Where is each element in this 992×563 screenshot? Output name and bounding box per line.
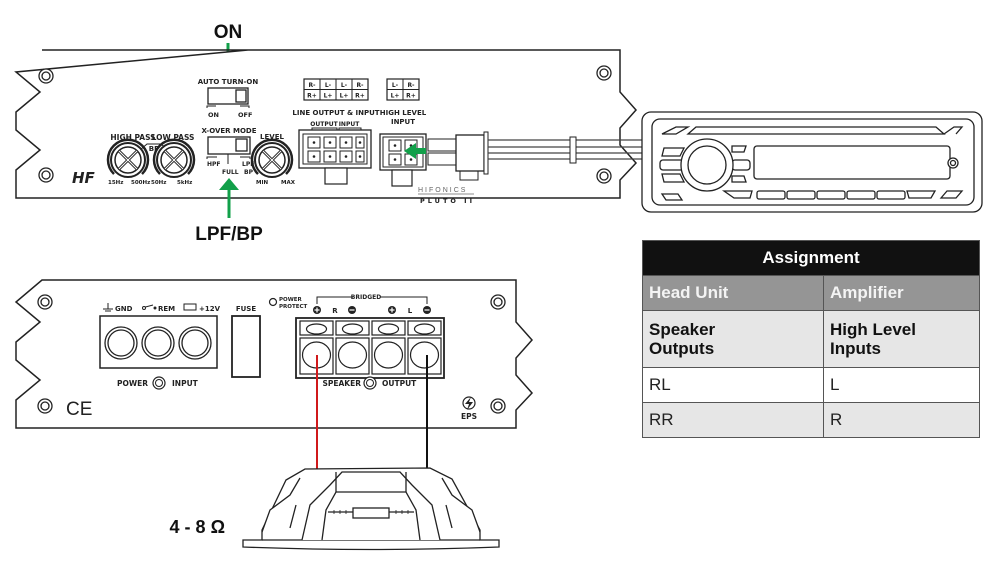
speaker-icon (242, 467, 500, 551)
pin-label: R- (308, 82, 316, 89)
low-pass-min: 50Hz (151, 180, 166, 186)
plus-icon (388, 306, 396, 314)
brand-name: HIFONICS (418, 187, 467, 194)
screw-icon (490, 294, 506, 310)
screw-icon (38, 167, 54, 183)
header-head-unit: Head Unit (642, 275, 824, 311)
table-title: Assignment (642, 240, 980, 276)
impedance-label: 4 - 8 Ω (170, 517, 225, 537)
pin-label: R+ (307, 93, 317, 100)
pin-label: L- (325, 82, 332, 89)
speaker-terminal-block[interactable] (295, 317, 445, 379)
line-io-pin-legend: R- L- L- R- R+ L+ L+ R+ (303, 78, 369, 101)
gnd-label: GND (115, 305, 133, 313)
table-cell: RL (642, 367, 824, 403)
input-label: INPUT (172, 379, 199, 388)
minus-icon (423, 306, 431, 314)
subheader-speaker-outputs: Speaker Outputs (642, 310, 824, 368)
subheader-text: Speaker Outputs (649, 320, 716, 358)
table-cell: L (823, 367, 980, 403)
rem-label: REM (158, 305, 175, 313)
screw-icon (490, 398, 506, 414)
line-io-title: LINE OUTPUT & INPUT (292, 109, 379, 117)
screw-icon (37, 294, 53, 310)
xover-mode-label: X-OVER MODE (201, 127, 256, 135)
pin-label: R- (407, 82, 415, 89)
pin-label: L- (392, 82, 399, 89)
plus12v-label: +12V (199, 305, 221, 313)
level-min: MIN (256, 180, 269, 186)
speaker-r-label: R (332, 307, 338, 315)
table-cell: R (823, 402, 980, 438)
fuse-label: FUSE (236, 305, 257, 313)
level-max: MAX (281, 180, 296, 186)
table-row: RL L (642, 367, 980, 403)
output-label: OUTPUT (382, 379, 417, 388)
bp-switch-label: BP (244, 169, 254, 176)
power-protect-label-1: POWER (279, 297, 303, 303)
on-label: ON (214, 22, 243, 43)
high-level-title-2: INPUT (391, 118, 415, 126)
fuse-holder[interactable] (231, 315, 261, 378)
high-pass-max: 500Hz (131, 180, 150, 186)
pin-label: L+ (340, 93, 349, 100)
radio-display (753, 145, 951, 180)
high-pass-min: 15Hz (108, 180, 123, 186)
hpf-label: HPF (207, 161, 221, 168)
high-level-pin-legend: L- R- L+ R+ (386, 78, 420, 101)
pin-label: L- (341, 82, 348, 89)
head-unit-radio (641, 111, 983, 213)
speaker-l-label: L (408, 307, 413, 315)
eps-label: EPS (461, 412, 477, 421)
battery-icon (183, 303, 197, 311)
pin-label: L+ (391, 93, 400, 100)
auto-on-label: ON (208, 111, 219, 119)
screw-icon (38, 68, 54, 84)
ce-mark: CE (66, 399, 92, 420)
header-amplifier: Amplifier (823, 275, 980, 311)
power-terminal-block[interactable] (99, 315, 218, 369)
lightning-icon (462, 396, 476, 410)
pin-label: R+ (355, 93, 365, 100)
minus-icon (348, 306, 356, 314)
pin-label: R- (356, 82, 364, 89)
low-pass-max: 5kHz (177, 180, 192, 186)
line-input-label: INPUT (339, 121, 361, 128)
speaker-label: SPEAKER (322, 379, 361, 388)
pin-label: R+ (406, 93, 416, 100)
auto-off-label: OFF (238, 111, 252, 119)
assignment-table: Assignment Head Unit Amplifier Speaker O… (642, 240, 980, 438)
bridged-label: BRIDGED (351, 294, 381, 301)
table-row: RR R (642, 402, 980, 438)
lpf-bp-label: LPF/BP (195, 224, 263, 245)
high-level-title-1: HIGH LEVEL (380, 109, 427, 117)
subheader-high-level-inputs: High Level Inputs (823, 310, 980, 368)
screw-icon (37, 398, 53, 414)
brand-model: PLUTO II (420, 197, 475, 205)
screw-icon (596, 65, 612, 81)
auto-turn-on-label: AUTO TURN-ON (198, 78, 259, 86)
power-protect-label-2: PROTECT (279, 304, 307, 310)
screw-icon (596, 168, 612, 184)
amplifier-bottom-panel: CE GND REM +12V POWER INPUT FUSE POWER P… (14, 279, 534, 429)
hf-logo: HF (72, 169, 96, 187)
full-label: FULL (222, 169, 239, 176)
amplifier-top-panel: HF HIGH PASS LOW PASS BP 15Hz 500Hz 50Hz… (14, 49, 642, 205)
line-output-label: OUTPUT (310, 121, 338, 128)
plus-icon (313, 306, 321, 314)
subheader-text: High Level Inputs (830, 320, 916, 358)
table-cell: RR (642, 402, 824, 438)
power-label: POWER (117, 379, 148, 388)
wire-clip (569, 136, 577, 164)
pin-label: L+ (324, 93, 333, 100)
power-protect-led (268, 297, 278, 307)
